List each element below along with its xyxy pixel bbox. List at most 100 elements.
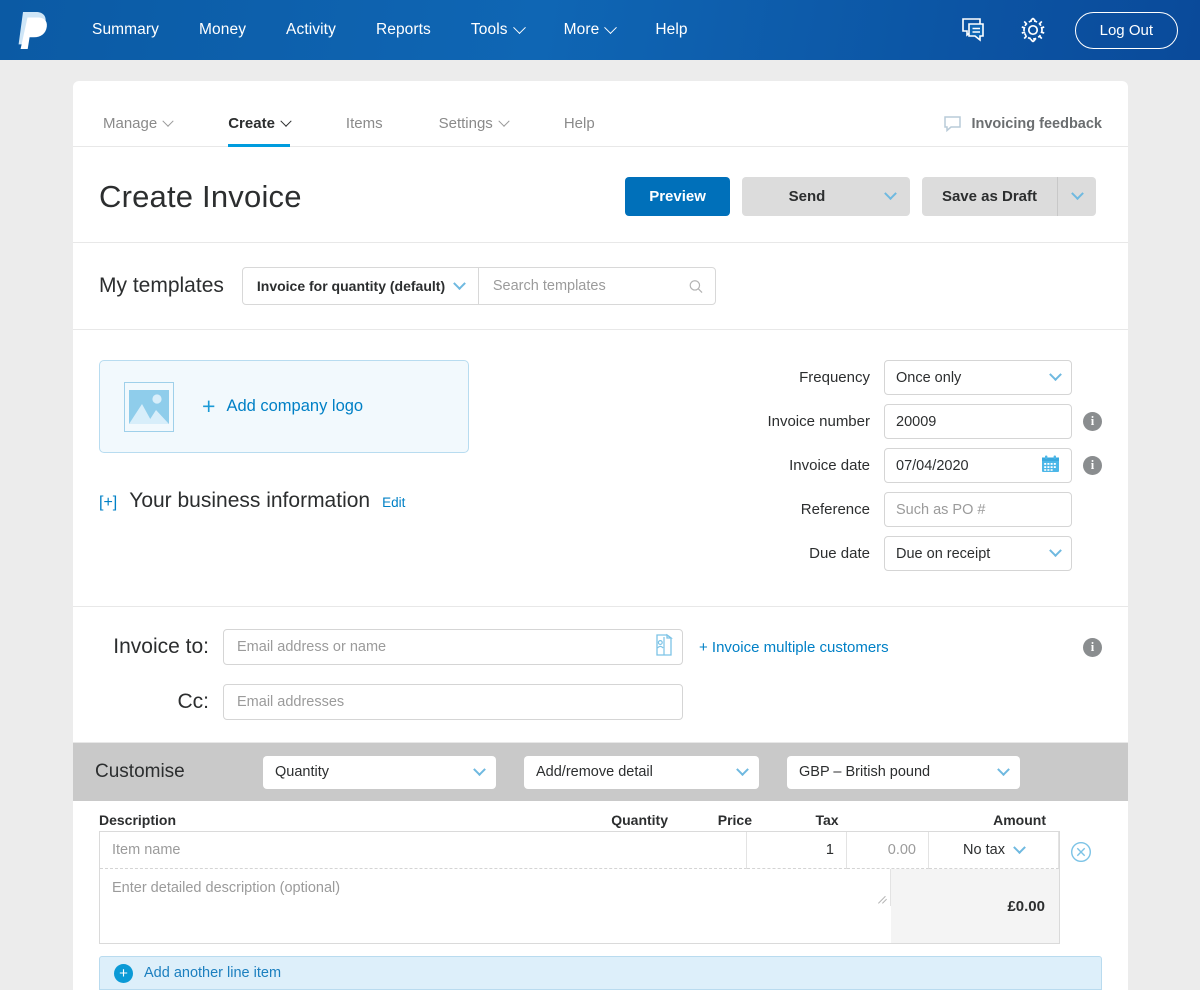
tab-items[interactable]: Items xyxy=(318,115,411,146)
speech-bubble-icon xyxy=(944,116,962,132)
page-title: Create Invoice xyxy=(99,178,302,214)
invoice-to-field[interactable] xyxy=(223,629,683,665)
tab-create[interactable]: Create xyxy=(200,115,318,147)
nav-link-tools[interactable]: Tools xyxy=(451,0,544,60)
chevron-down-icon xyxy=(1049,544,1062,558)
column-header-price: Price xyxy=(717,812,752,828)
field-row-invoice-number: Invoice number 20009 i xyxy=(732,404,1102,439)
info-icon[interactable]: i xyxy=(1083,637,1102,657)
add-line-item-label: Add another line item xyxy=(144,965,282,981)
chevron-down-icon xyxy=(498,115,510,127)
column-header-amount: Amount xyxy=(993,812,1046,828)
resize-handle[interactable] xyxy=(878,895,887,904)
detail-options-value: Add/remove detail xyxy=(536,764,653,780)
nav-link-help[interactable]: Help xyxy=(635,0,707,60)
item-price-input[interactable] xyxy=(859,842,916,858)
template-search-wrap xyxy=(477,268,715,304)
item-tax-select[interactable]: No tax xyxy=(929,832,1059,869)
due-date-label: Due date xyxy=(809,545,870,562)
item-tax-value: No tax xyxy=(963,842,1005,858)
gear-icon[interactable] xyxy=(1017,14,1049,46)
reference-placeholder: Such as PO # xyxy=(896,501,986,518)
tab-manage[interactable]: Manage xyxy=(99,115,200,146)
invoice-date-value: 07/04/2020 xyxy=(896,457,969,474)
logout-button[interactable]: Log Out xyxy=(1074,11,1178,49)
item-name-cell[interactable] xyxy=(100,832,747,869)
send-button[interactable]: Send xyxy=(741,177,910,216)
save-draft-dropdown-toggle[interactable] xyxy=(1058,177,1096,216)
chevron-down-icon xyxy=(1049,368,1062,382)
send-dropdown-toggle[interactable] xyxy=(872,177,910,216)
address-book-icon[interactable] xyxy=(654,633,674,662)
nav-link-activity[interactable]: Activity xyxy=(266,0,356,60)
nav-link-reports[interactable]: Reports xyxy=(356,0,451,60)
field-row-frequency: Frequency Once only xyxy=(732,360,1102,395)
nav-link-label: Tools xyxy=(470,21,508,38)
template-select[interactable]: Invoice for quantity (default) xyxy=(243,268,478,304)
frequency-label: Frequency xyxy=(799,369,870,386)
item-quantity-cell[interactable] xyxy=(747,832,847,869)
invoice-number-input[interactable]: 20009 xyxy=(884,404,1072,439)
feedback-label: Invoicing feedback xyxy=(971,116,1102,132)
invoice-to-input[interactable] xyxy=(237,639,654,655)
chevron-down-icon xyxy=(512,20,526,34)
subnav-tabs: Manage Create Items Settings Help xyxy=(99,115,623,147)
frequency-select[interactable]: Once only xyxy=(884,360,1072,395)
cc-input[interactable] xyxy=(237,694,674,710)
item-long-description-cell[interactable] xyxy=(100,869,891,906)
remove-line-item-button[interactable] xyxy=(1060,831,1102,944)
message-icon[interactable] xyxy=(959,14,991,46)
tab-help[interactable]: Help xyxy=(536,115,623,146)
invoicing-feedback-link[interactable]: Invoicing feedback xyxy=(944,116,1102,146)
quantity-mode-value: Quantity xyxy=(275,764,329,780)
tab-label: Help xyxy=(563,115,595,132)
invoicing-subnav: Manage Create Items Settings Help Invoic… xyxy=(73,81,1128,147)
invoice-multiple-customers-link[interactable]: + Invoice multiple customers xyxy=(699,639,889,656)
templates-combo: Invoice for quantity (default) xyxy=(241,267,716,305)
reference-input[interactable]: Such as PO # xyxy=(884,492,1072,527)
save-draft-button[interactable]: Save as Draft xyxy=(921,177,1096,216)
invoice-meta-section: + Add company logo [+] Your business inf… xyxy=(73,330,1128,607)
invoice-to-label: Invoice to: xyxy=(113,635,209,658)
currency-select[interactable]: GBP – British pound xyxy=(787,755,1020,789)
cc-field[interactable] xyxy=(223,684,683,720)
nav-link-money[interactable]: Money xyxy=(179,0,266,60)
paypal-logo[interactable] xyxy=(14,8,52,52)
plus-icon: + xyxy=(202,393,216,419)
reference-label: Reference xyxy=(800,501,870,518)
item-name-input[interactable] xyxy=(112,842,734,858)
column-header-quantity: Quantity xyxy=(611,812,668,828)
search-templates-input[interactable] xyxy=(492,278,689,294)
chevron-down-icon xyxy=(162,115,174,127)
item-quantity-input[interactable] xyxy=(759,842,834,858)
expand-icon[interactable]: [+] xyxy=(99,494,117,512)
item-price-cell[interactable] xyxy=(847,832,929,869)
invoice-details-column: Frequency Once only Invoice number 20009… xyxy=(732,360,1102,580)
item-long-description-input[interactable] xyxy=(112,875,878,900)
currency-value: GBP – British pound xyxy=(799,764,931,780)
due-date-select[interactable]: Due on receipt xyxy=(884,536,1072,571)
add-company-logo-cta[interactable]: + Add company logo xyxy=(202,395,363,418)
quantity-mode-select[interactable]: Quantity xyxy=(263,755,496,789)
image-placeholder-icon xyxy=(124,381,174,432)
customise-bar: Customise Quantity Add/remove detail GBP… xyxy=(73,743,1128,801)
edit-business-information-link[interactable]: Edit xyxy=(382,495,405,510)
info-icon[interactable]: i xyxy=(1083,412,1102,431)
calendar-icon[interactable] xyxy=(1041,455,1060,477)
nav-link-more[interactable]: More xyxy=(544,0,636,60)
nav-link-label: Reports xyxy=(375,21,431,38)
invoice-date-input[interactable]: 07/04/2020 xyxy=(884,448,1072,483)
remove-circle-icon xyxy=(1070,841,1092,863)
templates-row: My templates Invoice for quantity (defau… xyxy=(73,243,1128,330)
invoice-card: Manage Create Items Settings Help Invoic… xyxy=(73,81,1128,990)
add-line-item-button[interactable]: + Add another line item xyxy=(99,956,1102,990)
detail-options-select[interactable]: Add/remove detail xyxy=(524,755,759,789)
header-actions: Preview Send Save as Draft xyxy=(625,177,1096,216)
frequency-value: Once only xyxy=(896,369,962,386)
nav-link-summary[interactable]: Summary xyxy=(72,0,179,60)
recipients-section: Invoice to: + Invoice multiple customers… xyxy=(73,607,1128,743)
info-icon[interactable]: i xyxy=(1083,456,1102,475)
preview-button[interactable]: Preview xyxy=(625,177,730,216)
add-company-logo-dropzone[interactable]: + Add company logo xyxy=(99,360,469,453)
tab-settings[interactable]: Settings xyxy=(411,115,536,146)
